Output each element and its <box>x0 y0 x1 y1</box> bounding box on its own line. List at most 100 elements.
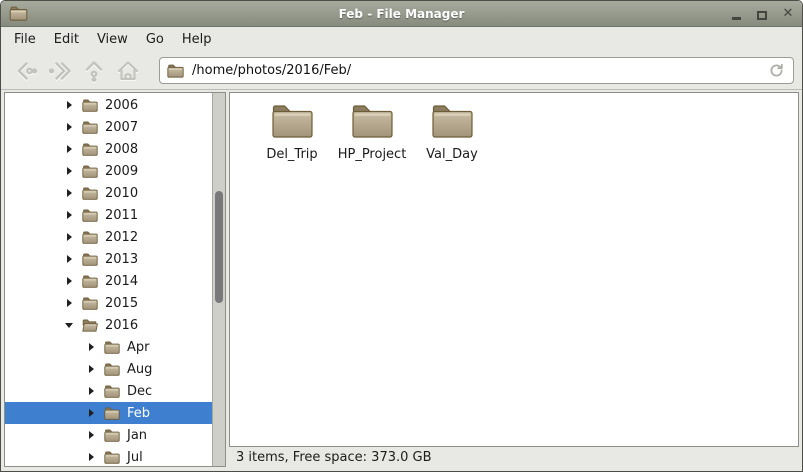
expander-icon[interactable] <box>87 430 97 440</box>
tree-item-label: 2008 <box>105 141 139 157</box>
tree-item-label: Aug <box>127 361 153 377</box>
folder-icon <box>350 103 395 140</box>
expander-icon[interactable] <box>65 100 75 110</box>
file-manager-window: Feb - File Manager ✕ File Edit View Go H… <box>0 0 803 472</box>
window-controls: ✕ <box>730 7 794 20</box>
folder-icon <box>82 253 98 266</box>
tree-item-dec[interactable]: Dec <box>5 380 212 402</box>
maximize-button[interactable] <box>756 8 768 20</box>
menubar: File Edit View Go Help <box>1 27 802 52</box>
tree-item-2016[interactable]: 2016 <box>5 314 212 336</box>
expander-icon[interactable] <box>65 320 75 330</box>
tree-item-2013[interactable]: 2013 <box>5 248 212 270</box>
folder-label: Val_Day <box>426 147 478 162</box>
expander-icon[interactable] <box>65 254 75 264</box>
folder-icon <box>270 103 315 140</box>
scrollbar-thumb[interactable] <box>215 191 223 303</box>
expander-icon[interactable] <box>65 276 75 286</box>
tree-item-label: Jul <box>127 449 143 465</box>
tree-item-2012[interactable]: 2012 <box>5 226 212 248</box>
content-area: 2006 2007 2008 2009 2010 2011 2012 2013 … <box>1 90 802 471</box>
folder-icon <box>104 363 120 376</box>
tree-item-label: 2015 <box>105 295 139 311</box>
folder-icon <box>82 231 98 244</box>
up-button[interactable] <box>77 56 111 86</box>
forward-button[interactable] <box>43 56 77 86</box>
tree-item-2010[interactable]: 2010 <box>5 182 212 204</box>
tree-item-jan[interactable]: Jan <box>5 424 212 446</box>
expander-icon[interactable] <box>65 210 75 220</box>
folder-icon <box>104 407 120 420</box>
folder-icon <box>82 165 98 178</box>
minimize-button[interactable] <box>730 8 742 20</box>
reload-button[interactable] <box>766 61 786 81</box>
folder-icon <box>82 121 98 134</box>
folder-icon <box>104 341 120 354</box>
menu-file[interactable]: File <box>5 28 45 52</box>
tree-item-2014[interactable]: 2014 <box>5 270 212 292</box>
tree-item-label: 2009 <box>105 163 139 179</box>
tree-item-apr[interactable]: Apr <box>5 336 212 358</box>
tree-item-2006[interactable]: 2006 <box>5 94 212 116</box>
sidebar-tree-pane: 2006 2007 2008 2009 2010 2011 2012 2013 … <box>4 92 226 467</box>
folder-icon <box>82 275 98 288</box>
expander-icon[interactable] <box>87 364 97 374</box>
folder-item-hp-project[interactable]: HP_Project <box>332 103 412 162</box>
tree-item-label: 2014 <box>105 273 139 289</box>
menu-view[interactable]: View <box>88 28 137 52</box>
expander-icon[interactable] <box>65 122 75 132</box>
expander-icon[interactable] <box>87 452 97 462</box>
expander-icon[interactable] <box>65 188 75 198</box>
folder-icon <box>82 297 98 310</box>
tree-item-label: Feb <box>127 405 151 421</box>
tree-item-label: Apr <box>127 339 150 355</box>
tree-item-aug[interactable]: Aug <box>5 358 212 380</box>
tree-item-2009[interactable]: 2009 <box>5 160 212 182</box>
menu-edit[interactable]: Edit <box>45 28 88 52</box>
expander-icon[interactable] <box>87 342 97 352</box>
tree-item-label: 2016 <box>105 317 139 333</box>
statusbar: 3 items, Free space: 373.0 GB <box>229 447 799 467</box>
expander-icon[interactable] <box>65 166 75 176</box>
file-list-view[interactable]: Del_Trip HP_Project Val_Day <box>229 92 799 447</box>
expander-icon[interactable] <box>87 408 97 418</box>
folder-icon <box>430 103 475 140</box>
folder-tree: 2006 2007 2008 2009 2010 2011 2012 2013 … <box>5 94 212 466</box>
close-button[interactable]: ✕ <box>782 7 794 20</box>
menu-help[interactable]: Help <box>173 28 221 52</box>
toolbar <box>1 52 802 90</box>
expander-icon[interactable] <box>87 386 97 396</box>
tree-item-label: Jan <box>127 427 148 443</box>
expander-icon[interactable] <box>65 298 75 308</box>
expander-icon[interactable] <box>65 232 75 242</box>
tree-item-feb-selected[interactable]: Feb <box>5 402 212 424</box>
titlebar[interactable]: Feb - File Manager ✕ <box>1 1 802 27</box>
folder-label: HP_Project <box>337 147 407 162</box>
tree-item-label: 2011 <box>105 207 139 223</box>
folder-label: Del_Trip <box>266 147 318 162</box>
main-pane: Del_Trip HP_Project Val_Day 3 items, Fre… <box>229 92 799 467</box>
home-button[interactable] <box>111 56 145 86</box>
location-bar[interactable] <box>159 57 794 84</box>
tree-item-2008[interactable]: 2008 <box>5 138 212 160</box>
folder-item-del-trip[interactable]: Del_Trip <box>252 103 332 162</box>
tree-item-label: 2010 <box>105 185 139 201</box>
tree-item-2011[interactable]: 2011 <box>5 204 212 226</box>
home-icon <box>117 60 139 80</box>
back-button[interactable] <box>9 56 43 86</box>
menu-go[interactable]: Go <box>137 28 173 52</box>
folder-icon <box>104 429 120 442</box>
folder-icon <box>167 64 184 78</box>
window-title: Feb - File Manager <box>338 6 465 21</box>
tree-item-2007[interactable]: 2007 <box>5 116 212 138</box>
sidebar-scrollbar[interactable] <box>212 93 225 466</box>
folder-item-val-day[interactable]: Val_Day <box>412 103 492 162</box>
tree-item-label: 2013 <box>105 251 139 267</box>
path-input[interactable] <box>192 63 758 78</box>
expander-icon[interactable] <box>65 144 75 154</box>
tree-item-jul[interactable]: Jul <box>5 446 212 466</box>
forward-arrow-icon <box>48 61 71 80</box>
tree-item-2015[interactable]: 2015 <box>5 292 212 314</box>
back-arrow-icon <box>17 61 38 80</box>
tree-item-label: 2007 <box>105 119 139 135</box>
